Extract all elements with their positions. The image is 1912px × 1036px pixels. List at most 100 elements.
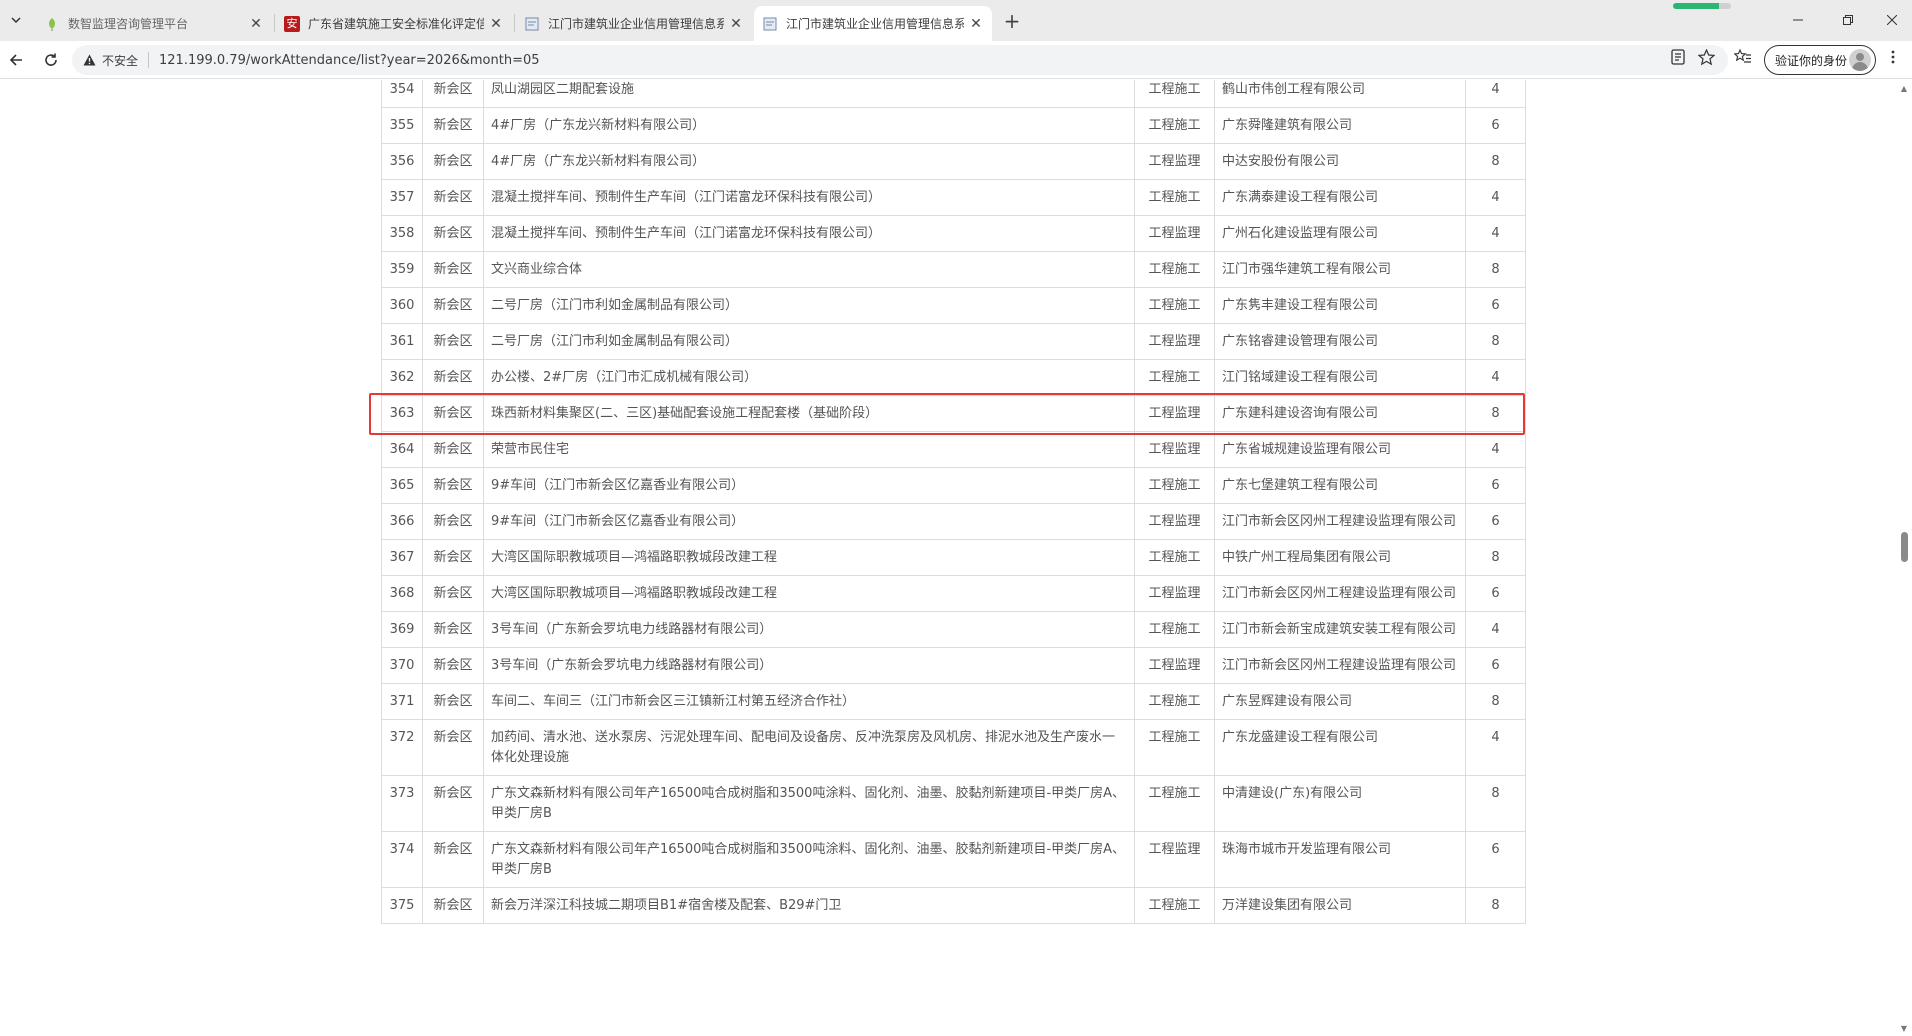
red-an-badge-icon: 安	[284, 15, 300, 32]
profile-verify-button[interactable]: 验证你的身份	[1764, 45, 1876, 75]
tab-search-menu-button[interactable]	[4, 8, 28, 32]
row-attendance-count: 6	[1465, 647, 1526, 684]
table-row-highlighted: 363 新会区 珠西新材料集聚区(二、三区)基础配套设施工程配套楼（基础阶段） 工程监…	[381, 395, 1526, 432]
row-attendance-count: 8	[1465, 775, 1526, 832]
leaf-icon	[44, 16, 60, 32]
row-company: 江门市强华建筑工程有限公司	[1214, 251, 1466, 288]
back-button[interactable]	[4, 48, 28, 72]
row-company: 鹤山市伟创工程有限公司	[1214, 80, 1466, 108]
restore-button[interactable]	[1836, 8, 1860, 32]
row-company: 江门市新会区冈州工程建设监理有限公司	[1214, 503, 1466, 540]
restore-icon	[1843, 15, 1853, 25]
row-work-type: 工程监理	[1134, 431, 1215, 468]
table-row: 361 新会区 二号厂房（江门市利如金属制品有限公司） 工程监理 广东铭睿建设管理有限公…	[381, 323, 1526, 360]
tab-2[interactable]: 江门市建筑业企业信用管理信息系 ✕	[516, 6, 752, 41]
close-icon[interactable]: ✕	[488, 16, 504, 32]
reading-mode-icon[interactable]	[1669, 48, 1687, 66]
url-text[interactable]: 121.199.0.79/workAttendance/list?year=20…	[159, 53, 540, 68]
omnibox-divider	[148, 52, 150, 68]
new-tab-button[interactable]: +	[1000, 9, 1024, 33]
tab-title: 数智监理咨询管理平台	[68, 17, 189, 31]
scroll-up-arrow-icon[interactable]: ▲	[1900, 84, 1908, 93]
row-attendance-count: 4	[1465, 611, 1526, 648]
table-row: 359 新会区 文兴商业综合体 工程施工 江门市强华建筑工程有限公司 8	[381, 251, 1526, 288]
row-district: 新会区	[422, 887, 484, 924]
row-project-name: 加药间、清水池、送水泵房、污泥处理车间、配电间及设备房、反冲洗泵房及风机房、排泥…	[483, 719, 1135, 776]
close-icon[interactable]: ✕	[728, 16, 744, 32]
security-status-label[interactable]: 不安全	[102, 52, 138, 69]
tab-1[interactable]: 安 广东省建筑施工安全标准化评定信 ✕	[276, 6, 512, 41]
row-work-type: 工程施工	[1134, 775, 1215, 832]
reload-icon	[45, 53, 57, 66]
profile-label: 验证你的身份	[1775, 53, 1848, 68]
row-company: 珠海市城市开发监理有限公司	[1214, 831, 1466, 888]
row-attendance-count: 4	[1465, 719, 1526, 776]
row-index: 375	[381, 887, 423, 924]
row-work-type: 工程监理	[1134, 395, 1215, 432]
row-work-type: 工程监理	[1134, 647, 1215, 684]
star-icon[interactable]	[1697, 48, 1715, 66]
page-viewport: 354 新会区 凤山湖园区二期配套设施 工程施工 鹤山市伟创工程有限公司 4 355 新会区 4…	[0, 80, 1896, 1036]
tab-separator	[514, 14, 515, 32]
row-attendance-count: 8	[1465, 251, 1526, 288]
row-company: 中铁广州工程局集团有限公司	[1214, 539, 1466, 576]
row-project-name: 9#车间（江门市新会区亿嘉香业有限公司）	[483, 467, 1135, 504]
scrollbar-thumb[interactable]	[1901, 532, 1908, 562]
table-row: 375 新会区 新会万洋深江科技城二期项目B1#宿舍楼及配套、B29#门卫 工程施工万…	[381, 887, 1526, 924]
address-bar[interactable]: 不安全 121.199.0.79/workAttendance/list?yea…	[72, 45, 1728, 75]
row-district: 新会区	[422, 775, 484, 832]
vertical-scrollbar[interactable]: ▲ ▼	[1896, 80, 1912, 1036]
row-company: 中达安股份有限公司	[1214, 143, 1466, 180]
row-work-type: 工程施工	[1134, 467, 1215, 504]
row-work-type: 工程施工	[1134, 359, 1215, 396]
row-work-type: 工程施工	[1134, 287, 1215, 324]
close-icon[interactable]: ✕	[248, 16, 264, 32]
minimize-button[interactable]	[1786, 8, 1810, 32]
row-index: 362	[381, 359, 423, 396]
row-index: 369	[381, 611, 423, 648]
row-project-name: 3号车间（广东新会罗坑电力线路器材有限公司）	[483, 611, 1135, 648]
table-row: 370 新会区 3号车间（广东新会罗坑电力线路器材有限公司） 工程监理 江门市新会区冈州…	[381, 647, 1526, 684]
attendance-table: 354 新会区 凤山湖园区二期配套设施 工程施工 鹤山市伟创工程有限公司 4 355 新会区 4…	[381, 80, 1526, 924]
row-project-name: 二号厂房（江门市利如金属制品有限公司）	[483, 287, 1135, 324]
row-attendance-count: 6	[1465, 503, 1526, 540]
close-icon[interactable]: ✕	[968, 16, 984, 32]
row-work-type: 工程监理	[1134, 503, 1215, 540]
row-project-name: 珠西新材料集聚区(二、三区)基础配套设施工程配套楼（基础阶段）	[483, 395, 1135, 432]
row-work-type: 工程施工	[1134, 179, 1215, 216]
row-index: 363	[381, 395, 423, 432]
row-work-type: 工程监理	[1134, 575, 1215, 612]
favorites-list-icon[interactable]	[1734, 48, 1752, 66]
row-project-name: 3号车间（广东新会罗坑电力线路器材有限公司）	[483, 647, 1135, 684]
reload-button[interactable]	[39, 48, 63, 72]
tab-0[interactable]: 数智监理咨询管理平台 ✕	[36, 6, 272, 41]
page-icon	[524, 16, 540, 32]
row-project-name: 4#厂房（广东龙兴新材料有限公司）	[483, 143, 1135, 180]
more-menu-icon[interactable]	[1884, 48, 1902, 66]
row-district: 新会区	[422, 107, 484, 144]
warning-triangle-icon	[82, 53, 96, 67]
close-window-button[interactable]	[1880, 8, 1904, 32]
row-project-name: 广东文森新材料有限公司年产16500吨合成树脂和3500吨涂料、固化剂、油墨、胶…	[483, 775, 1135, 832]
row-district: 新会区	[422, 359, 484, 396]
scroll-down-arrow-icon[interactable]: ▼	[1900, 1024, 1908, 1033]
row-index: 358	[381, 215, 423, 252]
row-project-name: 大湾区国际职教城项目—鸿福路职教城段改建工程	[483, 575, 1135, 612]
table-row: 367 新会区 大湾区国际职教城项目—鸿福路职教城段改建工程 工程施工 中铁广州工程局集…	[381, 539, 1526, 576]
row-attendance-count: 6	[1465, 831, 1526, 888]
row-company: 广州石化建设监理有限公司	[1214, 215, 1466, 252]
row-attendance-count: 4	[1465, 215, 1526, 252]
plus-icon: +	[1003, 9, 1021, 33]
row-company: 江门市新会新宝成建筑安装工程有限公司	[1214, 611, 1466, 648]
row-attendance-count: 4	[1465, 179, 1526, 216]
table-row: 364 新会区 荣营市民住宅 工程监理 广东省城规建设监理有限公司 4	[381, 431, 1526, 468]
tab-3-active[interactable]: 江门市建筑业企业信用管理信息系 ✕	[754, 6, 992, 41]
row-work-type: 工程施工	[1134, 80, 1215, 108]
row-district: 新会区	[422, 431, 484, 468]
row-project-name: 混凝土搅拌车间、预制件生产车间（江门诺富龙环保科技有限公司）	[483, 179, 1135, 216]
row-project-name: 广东文森新材料有限公司年产16500吨合成树脂和3500吨涂料、固化剂、油墨、胶…	[483, 831, 1135, 888]
row-district: 新会区	[422, 323, 484, 360]
table-row: 365 新会区 9#车间（江门市新会区亿嘉香业有限公司） 工程施工 广东七堡建筑工程有限…	[381, 467, 1526, 504]
row-index: 366	[381, 503, 423, 540]
row-company: 广东省城规建设监理有限公司	[1214, 431, 1466, 468]
